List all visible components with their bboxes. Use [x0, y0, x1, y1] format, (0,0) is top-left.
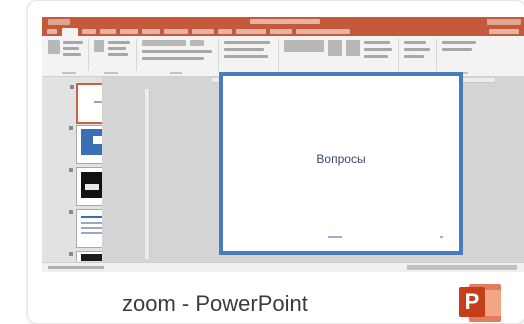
- tab-developer[interactable]: [236, 29, 266, 34]
- tab-animations[interactable]: [142, 29, 160, 34]
- quick-styles-icon[interactable]: [346, 40, 360, 56]
- font-size-select[interactable]: [190, 40, 204, 46]
- ribbon-home: [42, 36, 524, 77]
- tab-transitions[interactable]: [120, 29, 138, 34]
- font-family-select[interactable]: [142, 40, 186, 46]
- quick-access-toolbar[interactable]: [48, 19, 70, 25]
- tab-design[interactable]: [100, 29, 116, 34]
- window-controls[interactable]: [487, 19, 521, 25]
- arrange-icon[interactable]: [328, 40, 342, 56]
- status-bar: [42, 262, 524, 272]
- result-caption[interactable]: zoom - PowerPoint: [122, 291, 308, 317]
- paste-icon[interactable]: [48, 40, 60, 54]
- tab-home[interactable]: [62, 28, 78, 36]
- tab-review[interactable]: [192, 29, 214, 34]
- window-title-bar: [42, 17, 524, 27]
- current-slide[interactable]: Вопросы: [219, 72, 463, 255]
- shapes-gallery[interactable]: [284, 40, 324, 52]
- tab-view[interactable]: [218, 29, 232, 34]
- ribbon-tabs: [42, 27, 524, 36]
- view-buttons[interactable]: [407, 265, 517, 270]
- new-slide-icon[interactable]: [94, 40, 104, 52]
- search-result-card[interactable]: Вопросы zoom - PowerPoint P: [27, 0, 524, 324]
- slide-footer: [328, 236, 342, 238]
- vertical-ruler: [145, 89, 150, 259]
- powerpoint-screenshot[interactable]: Вопросы: [42, 17, 524, 272]
- slide-title[interactable]: Вопросы: [223, 152, 459, 166]
- slide-thumbnail-pane: [42, 77, 128, 262]
- window-title: [250, 19, 320, 24]
- share-button[interactable]: [489, 29, 519, 34]
- powerpoint-icon: P: [459, 280, 503, 323]
- tab-format[interactable]: [270, 29, 292, 34]
- tab-file[interactable]: [47, 29, 57, 34]
- slide-number: [440, 236, 443, 238]
- tab-slide-show[interactable]: [164, 29, 188, 34]
- tell-me-box[interactable]: [296, 29, 350, 34]
- tab-insert[interactable]: [82, 29, 96, 34]
- slide-counter: [48, 266, 104, 269]
